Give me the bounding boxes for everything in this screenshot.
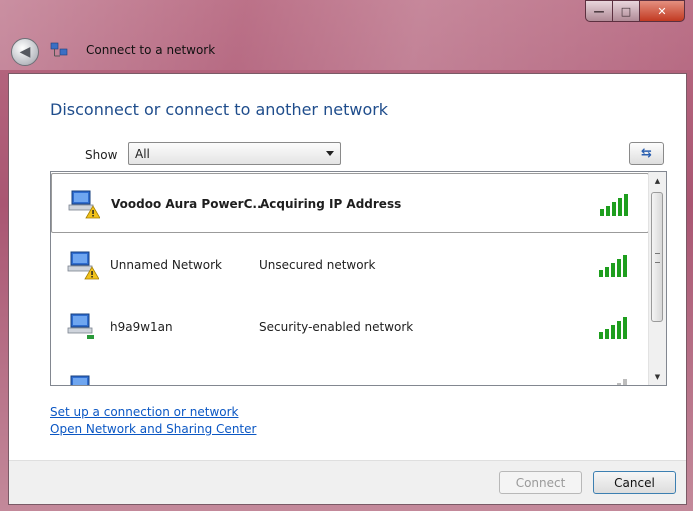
network-row[interactable]: h9a9w1an Security-enabled network [51, 297, 649, 357]
show-filter-dropdown[interactable]: All [128, 142, 341, 165]
signal-bars-icon [599, 255, 627, 277]
network-status: Acquiring IP Address [260, 197, 402, 211]
signal-bars-icon [599, 317, 627, 339]
network-name: Unnamed Network [110, 258, 222, 272]
signal-bars-icon [600, 194, 628, 216]
window-controls: — □ ✕ [585, 0, 685, 22]
network-row-partial[interactable] [51, 359, 649, 385]
cancel-button[interactable]: Cancel [593, 471, 676, 494]
back-arrow-icon: ◀ [19, 44, 31, 60]
network-icon [50, 42, 68, 57]
chevron-down-icon [326, 151, 334, 156]
setup-connection-link[interactable]: Set up a connection or network [50, 405, 238, 419]
scroll-up-button[interactable]: ▲ [649, 172, 666, 189]
refresh-button[interactable]: ⇆ [629, 142, 664, 165]
network-status: Security-enabled network [259, 320, 414, 334]
network-icon [70, 375, 90, 385]
refresh-icon: ⇆ [641, 146, 652, 161]
show-filter-value: All [135, 147, 150, 161]
network-status: Unsecured network [259, 258, 376, 272]
page-title: Disconnect or connect to another network [50, 100, 389, 119]
scroll-down-button[interactable]: ▼ [649, 368, 666, 385]
dialog-footer: Connect Cancel [9, 460, 686, 504]
network-row[interactable]: Unnamed Network Unsecured network [51, 235, 649, 295]
back-button[interactable]: ◀ [11, 38, 39, 66]
maximize-button[interactable]: □ [612, 0, 639, 22]
vertical-scrollbar[interactable]: ▲ ▼ [648, 172, 666, 385]
scroll-thumb[interactable] [651, 192, 663, 322]
network-sharing-center-link[interactable]: Open Network and Sharing Center [50, 422, 256, 436]
grip-icon [655, 253, 660, 263]
network-icon [67, 313, 94, 339]
dialog-content: Disconnect or connect to another network… [8, 73, 687, 505]
show-label: Show [85, 148, 118, 162]
window-title: Connect to a network [86, 43, 216, 57]
network-warning-icon [67, 251, 99, 280]
network-list[interactable]: Voodoo Aura PowerC... Acquiring IP Addre… [50, 171, 667, 386]
connect-button[interactable]: Connect [499, 471, 582, 494]
network-warning-icon [68, 190, 100, 219]
minimize-button[interactable]: — [585, 0, 612, 22]
network-name: Voodoo Aura PowerC... [111, 197, 261, 211]
network-row[interactable]: Voodoo Aura PowerC... Acquiring IP Addre… [51, 173, 649, 233]
close-button[interactable]: ✕ [639, 0, 685, 22]
network-name: h9a9w1an [110, 320, 173, 334]
signal-bars-icon [617, 379, 627, 385]
